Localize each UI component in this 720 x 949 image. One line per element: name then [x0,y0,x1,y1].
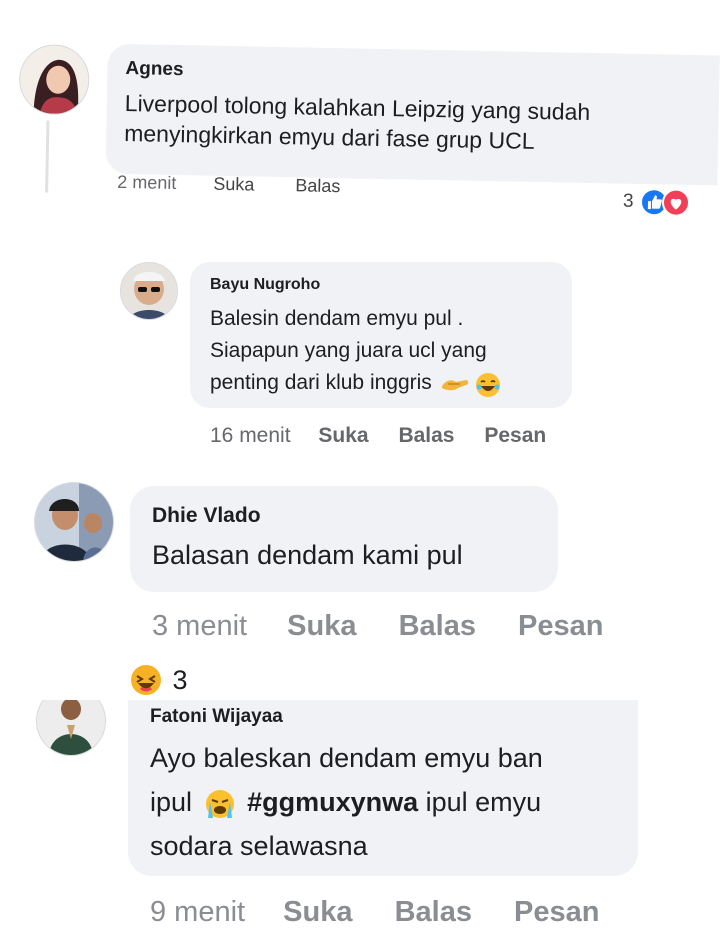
comment-fatoni: Fatoni Wijayaa Ayo baleskan dendam emyu … [0,700,720,949]
avatar[interactable] [34,482,114,562]
reply-button[interactable]: Balas [295,175,340,197]
agnes-avatar-photo [19,45,89,115]
comment-dhie: Dhie Vlado Balasan dendam kami pul 3 men… [0,478,720,700]
bayu-avatar-photo [121,263,177,319]
comment-text-line: Siapapun yang juara ucl yang [210,339,487,362]
hashtag-link[interactable]: #ggmuxynwa [247,787,418,817]
avatar[interactable] [120,262,178,320]
comment-bubble[interactable]: Agnes Liverpool tolong kalahkan Leipzig … [105,43,720,186]
message-button[interactable]: Pesan [514,896,599,929]
dhie-avatar-photo [35,483,113,561]
reply-button[interactable]: Balas [398,424,454,448]
avatar[interactable] [36,700,106,756]
timestamp[interactable]: 9 menit [150,896,245,929]
timestamp[interactable]: 16 menit [210,424,291,448]
love-icon [662,188,691,217]
like-button[interactable]: Suka [213,174,254,196]
comment-author[interactable]: Dhie Vlado [152,504,558,528]
comment-text-line-2: ipul #ggmuxynwa ipul emyu [150,780,638,824]
reply-button[interactable]: Balas [395,896,472,929]
comment-actions: 2 menit Suka Balas [117,172,340,197]
comment-actions: 16 menit Suka Balas Pesan [210,424,546,448]
message-button[interactable]: Pesan [518,610,603,643]
comment-actions: 3 menit Suka Balas Pesan [152,610,603,643]
comment-author[interactable]: Bayu Nugroho [210,276,572,294]
reaction-summary[interactable]: 3 [130,664,187,696]
comment-author[interactable]: Fatoni Wijayaa [150,706,638,728]
laughing-tears-icon [475,372,500,397]
reaction-summary[interactable]: 3 [623,188,691,221]
comment-bubble[interactable]: Fatoni Wijayaa Ayo baleskan dendam emyu … [128,700,638,876]
reaction-count: 3 [622,190,634,212]
haha-icon [131,665,161,695]
message-button[interactable]: Pesan [484,424,546,448]
reply-button[interactable]: Balas [399,610,476,643]
comment-text-line: Ayo baleskan dendam emyu ban [150,743,543,773]
comment-bubble[interactable]: Dhie Vlado Balasan dendam kami pul [130,486,558,592]
comment-text-line: Balasan dendam kami pul [152,540,463,570]
timestamp[interactable]: 3 menit [152,610,247,643]
comment-bayu: Bayu Nugroho Balesin dendam emyu pul . S… [0,228,720,478]
comment-bubble[interactable]: Bayu Nugroho Balesin dendam emyu pul . S… [190,262,572,408]
comment-text-last-line: penting dari klub inggris [210,367,572,401]
like-button[interactable]: Suka [318,424,368,448]
like-button[interactable]: Suka [287,610,356,643]
avatar[interactable] [18,43,90,116]
comment-text-line: sodara selawasna [150,831,368,861]
thread-line [45,120,50,193]
comment-text-segment: ipul emyu [425,787,542,817]
comment-text-line: Balesin dendam emyu pul . [210,307,464,330]
crying-icon [205,789,234,818]
comment-text-segment: ipul [150,787,193,817]
reaction-count: 3 [172,664,188,695]
comment-text-line: penting dari klub inggris [210,371,432,394]
like-button[interactable]: Suka [283,896,352,929]
fatoni-avatar-photo [37,700,105,755]
timestamp[interactable]: 2 menit [117,172,176,194]
comment-actions: 9 menit Suka Balas Pesan [150,896,599,929]
comment-agnes: Agnes Liverpool tolong kalahkan Leipzig … [0,0,720,228]
handshake-icon [442,379,469,391]
comment-author[interactable]: Agnes [125,58,719,91]
